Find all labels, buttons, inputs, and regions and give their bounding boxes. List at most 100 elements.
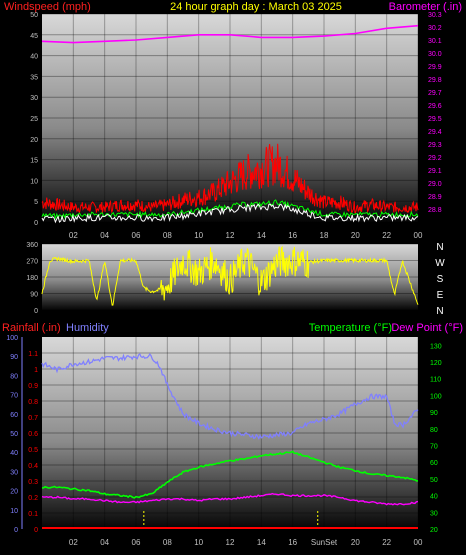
wind-tick-label: 5	[34, 199, 38, 206]
rainfall-tick-label: 0.2	[28, 495, 38, 502]
rainfall-tick-label: 1	[34, 367, 38, 374]
compass-label: E	[437, 290, 444, 301]
climate-x-tick-label: 04	[100, 538, 109, 547]
sunset-label: SunSet	[311, 538, 338, 547]
direction-tick-label: 180	[26, 275, 38, 282]
temperature-tick-label: 120	[430, 360, 442, 367]
climate-x-tick-label: 08	[163, 538, 172, 547]
temperature-tick-label: 40	[430, 494, 438, 501]
rainfall-tick-label: 0.1	[28, 511, 38, 518]
rainfall-tick-label: 0.5	[28, 447, 38, 454]
humidity-tick-label: 30	[10, 469, 18, 476]
temperature-tick-label: 30	[430, 510, 438, 517]
humidity-axis-label: Humidity	[66, 322, 109, 334]
wind-x-tick-label: 00	[414, 231, 423, 240]
direction-tick-label: 0	[34, 308, 38, 315]
direction-tick-label: 360	[26, 242, 38, 249]
direction-tick-label: 90	[30, 292, 38, 299]
temperature-tick-label: 110	[430, 377, 441, 384]
barometer-tick-label: 29.6	[428, 103, 442, 110]
humidity-tick-label: 100	[6, 335, 18, 342]
wind-tick-label: 20	[30, 137, 38, 144]
barometer-tick-label: 29.3	[428, 142, 442, 149]
temperature-tick-label: 90	[430, 410, 438, 417]
wind-tick-label: 10	[30, 178, 38, 185]
wind-x-tick-label: 22	[382, 231, 391, 240]
wind-x-tick-label: 02	[69, 231, 78, 240]
humidity-tick-label: 60	[10, 412, 18, 419]
wind-tick-label: 30	[30, 95, 38, 102]
humidity-tick-label: 20	[10, 489, 18, 496]
temperature-tick-label: 70	[430, 444, 438, 451]
wind-x-tick-label: 08	[163, 231, 172, 240]
humidity-tick-label: 10	[10, 508, 18, 515]
climate-x-tick-label: 14	[257, 538, 266, 547]
rainfall-tick-label: 1.1	[28, 351, 38, 358]
barometer-tick-label: 29.4	[428, 129, 442, 136]
dewpoint-axis-label: Dew Point (°F)	[391, 322, 463, 334]
compass-label: W	[435, 258, 445, 269]
barometer-tick-label: 29.9	[428, 64, 442, 71]
wind-x-tick-label: 06	[132, 231, 141, 240]
chart-title: 24 hour graph day : March 03 2025	[170, 1, 342, 13]
humidity-tick-label: 80	[10, 373, 18, 380]
barometer-tick-label: 30.2	[428, 25, 442, 32]
temperature-tick-label: 50	[430, 477, 438, 484]
rainfall-tick-label: 0.6	[28, 431, 38, 438]
humidity-tick-label: 50	[10, 431, 18, 438]
wind-x-tick-label: 12	[226, 231, 235, 240]
barometer-tick-label: 29.5	[428, 116, 442, 123]
wind-x-tick-label: 16	[288, 231, 297, 240]
rainfall-tick-label: 0.7	[28, 415, 38, 422]
windspeed-axis-label: Windspeed (mph)	[4, 1, 91, 13]
wind-x-tick-label: 10	[194, 231, 203, 240]
climate-x-tick-label: 06	[132, 538, 141, 547]
barometer-tick-label: 29.0	[428, 181, 442, 188]
barometer-tick-label: 30.3	[428, 12, 442, 19]
wind-tick-label: 25	[30, 116, 38, 123]
barometer-axis-label: Barometer (.in)	[389, 1, 462, 13]
wind-x-tick-label: 20	[351, 231, 360, 240]
climate-x-tick-label: 20	[351, 538, 360, 547]
temperature-tick-label: 100	[430, 393, 442, 400]
barometer-tick-label: 29.2	[428, 155, 442, 162]
humidity-tick-label: 90	[10, 354, 18, 361]
humidity-tick-label: 0	[14, 527, 18, 534]
climate-x-tick-label: 22	[382, 538, 391, 547]
compass-label: N	[436, 242, 443, 253]
climate-x-tick-label: 02	[69, 538, 78, 547]
wind-tick-label: 50	[30, 12, 38, 19]
rainfall-axis-label: Rainfall (.in)	[2, 322, 61, 334]
barometer-tick-label: 28.9	[428, 194, 442, 201]
climate-x-tick-label: 16	[288, 538, 297, 547]
barometer-tick-label: 28.8	[428, 207, 442, 214]
compass-label: S	[437, 274, 444, 285]
compass-label: N	[436, 306, 443, 317]
wind-x-tick-label: 14	[257, 231, 266, 240]
wind-tick-label: 15	[30, 158, 38, 165]
temperature-axis-label: Temperature (°F)	[309, 322, 392, 334]
climate-x-tick-label: 10	[194, 538, 203, 547]
wind-tick-label: 45	[30, 33, 38, 40]
wind-tick-label: 35	[30, 74, 38, 81]
barometer-tick-label: 29.1	[428, 168, 442, 175]
rainfall-tick-label: 0	[34, 527, 38, 534]
rainfall-tick-label: 0.9	[28, 383, 38, 390]
climate-x-tick-label: 00	[414, 538, 423, 547]
temperature-tick-label: 20	[430, 527, 438, 534]
rainfall-tick-label: 0.3	[28, 479, 38, 486]
barometer-tick-label: 30.1	[428, 38, 442, 45]
wind-tick-label: 40	[30, 54, 38, 61]
wind-tick-label: 0	[34, 220, 38, 227]
direction-tick-label: 270	[26, 259, 38, 266]
climate-x-tick-label: 12	[226, 538, 235, 547]
wind-x-tick-label: 18	[320, 231, 329, 240]
weather-graphs: Windspeed (mph) 24 hour graph day : Marc…	[2, 1, 463, 547]
temperature-tick-label: 130	[430, 343, 442, 350]
temperature-tick-label: 60	[430, 460, 438, 467]
rainfall-tick-label: 0.4	[28, 463, 38, 470]
wind-x-tick-label: 04	[100, 231, 109, 240]
barometer-tick-label: 29.7	[428, 90, 442, 97]
humidity-tick-label: 40	[10, 450, 18, 457]
temperature-tick-label: 80	[430, 427, 438, 434]
